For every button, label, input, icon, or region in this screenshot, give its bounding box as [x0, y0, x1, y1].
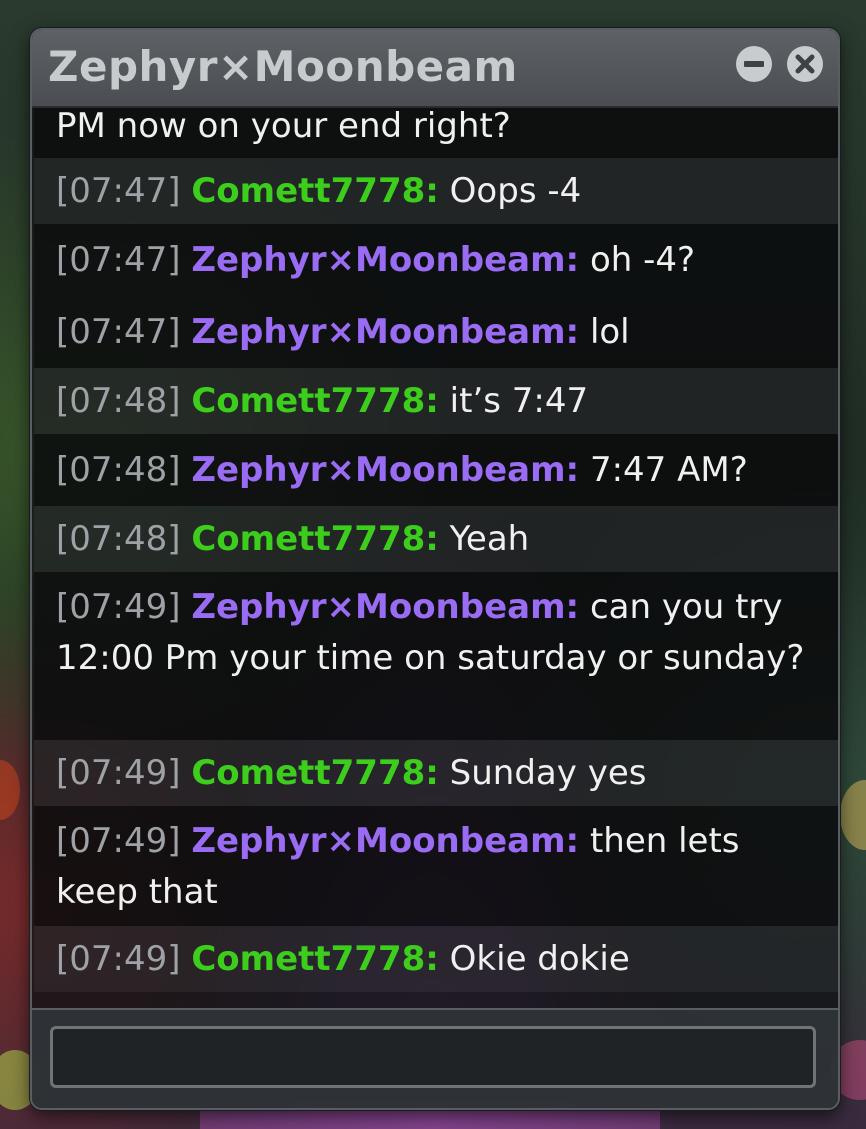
message-row: [07:48] Comett7778: Yeah: [34, 506, 838, 572]
close-icon: [795, 54, 815, 74]
background-decoration: [840, 780, 866, 850]
sender-name[interactable]: Comett7778:: [191, 381, 439, 421]
chat-input-bar: [32, 1008, 838, 1108]
sender-name[interactable]: Comett7778:: [191, 753, 439, 793]
sender-name[interactable]: Comett7778:: [191, 939, 439, 979]
message-text: Okie dokie: [449, 939, 630, 979]
message-row: [07:49] Zephyr⨯Moonbeam: then lets keep …: [34, 806, 838, 926]
message-row: [07:47] Comett7778: Oops -4: [34, 158, 838, 224]
background-decoration: [0, 760, 20, 820]
message-timestamp: [07:49]: [56, 821, 181, 861]
message-timestamp: [07:48]: [56, 519, 181, 559]
message-text: Oops -4: [449, 171, 582, 211]
sender-name[interactable]: Comett7778:: [191, 519, 439, 559]
message-timestamp: [07:47]: [56, 171, 181, 211]
message-timestamp: [07:48]: [56, 450, 181, 490]
message-timestamp: [07:48]: [56, 381, 181, 421]
message-row: [07:49] Zephyr⨯Moonbeam: can you try 12:…: [34, 572, 838, 740]
message-row: [07:47] Zephyr⨯Moonbeam: lol: [34, 296, 838, 368]
title-bar[interactable]: Zephyr⨯Moonbeam: [32, 30, 838, 108]
window-title: Zephyr⨯Moonbeam: [48, 42, 518, 91]
close-button[interactable]: [787, 46, 823, 82]
message-text: Yeah: [449, 519, 530, 559]
message-row: [07:47] Zephyr⨯Moonbeam: oh -4?: [34, 224, 838, 296]
message-row: [07:48] Zephyr⨯Moonbeam: 7:47 AM?: [34, 434, 838, 506]
sender-name[interactable]: Zephyr⨯Moonbeam:: [191, 240, 579, 280]
message-text: it’s 7:47: [449, 381, 589, 421]
sender-name[interactable]: Zephyr⨯Moonbeam:: [191, 450, 579, 490]
sender-name[interactable]: Zephyr⨯Moonbeam:: [191, 821, 579, 861]
sender-name[interactable]: Zephyr⨯Moonbeam:: [191, 587, 579, 627]
message-text: Sunday yes: [449, 753, 647, 793]
chat-window: Zephyr⨯Moonbeam PM now on your end right…: [30, 28, 840, 1110]
message-timestamp: [07:49]: [56, 939, 181, 979]
message-timestamp: [07:49]: [56, 753, 181, 793]
message-text: lol: [589, 312, 630, 352]
message-text: 7:47 AM?: [589, 450, 748, 490]
message-text: oh -4?: [589, 240, 696, 280]
message-log[interactable]: PM now on your end right? [07:47] Comett…: [34, 108, 838, 1008]
sender-name[interactable]: Comett7778:: [191, 171, 439, 211]
message-timestamp: [07:49]: [56, 587, 181, 627]
minimize-button[interactable]: [736, 46, 772, 82]
chat-input[interactable]: [50, 1026, 816, 1088]
message-timestamp: [07:47]: [56, 240, 181, 280]
message-row: PM now on your end right?: [34, 108, 838, 158]
message-timestamp: [07:47]: [56, 312, 181, 352]
message-row: [07:49] Comett7778: Sunday yes: [34, 740, 838, 806]
message-text: PM now on your end right?: [56, 108, 511, 146]
minimize-icon: [744, 61, 764, 67]
message-row: [07:48] Comett7778: it’s 7:47: [34, 368, 838, 434]
sender-name[interactable]: Zephyr⨯Moonbeam:: [191, 312, 579, 352]
message-row: [07:49] Comett7778: Okie dokie: [34, 926, 838, 992]
